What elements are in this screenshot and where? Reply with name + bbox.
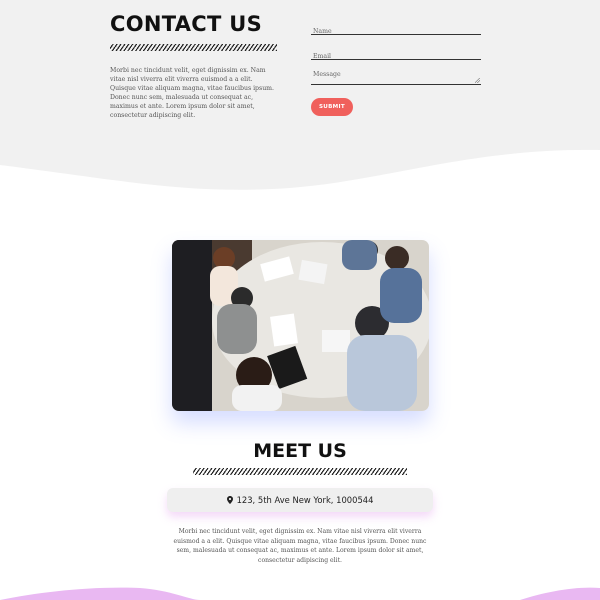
message-field-wrapper [311, 68, 481, 85]
contact-description: Morbi nec tincidunt velit, eget dignissi… [110, 67, 275, 119]
email-input[interactable] [311, 48, 481, 65]
email-field-wrapper [311, 43, 481, 65]
address-text: 123, 5th Ave New York, 1000544 [236, 495, 374, 505]
team-meeting-photo [172, 240, 429, 411]
meet-hatch-divider [193, 468, 407, 475]
contact-info: CONTACT US Morbi nec tincidunt velit, eg… [110, 12, 280, 120]
bottom-wave-decoration [0, 587, 600, 600]
message-textarea[interactable] [311, 68, 481, 84]
meet-title: MEET US [253, 440, 347, 462]
contact-form: SUBMIT [311, 18, 481, 116]
name-field-wrapper [311, 18, 481, 40]
meet-description: Morbi nec tincidunt velit, eget dignissi… [173, 528, 427, 564]
name-input[interactable] [311, 23, 481, 40]
map-pin-icon [226, 496, 233, 504]
address-box: 123, 5th Ave New York, 1000544 [167, 488, 433, 512]
submit-button[interactable]: SUBMIT [311, 98, 353, 116]
contact-title: CONTACT US [110, 12, 263, 36]
section-wave-divider [0, 149, 600, 200]
title-hatch-divider [110, 44, 277, 51]
resize-grip-icon[interactable] [475, 78, 480, 83]
